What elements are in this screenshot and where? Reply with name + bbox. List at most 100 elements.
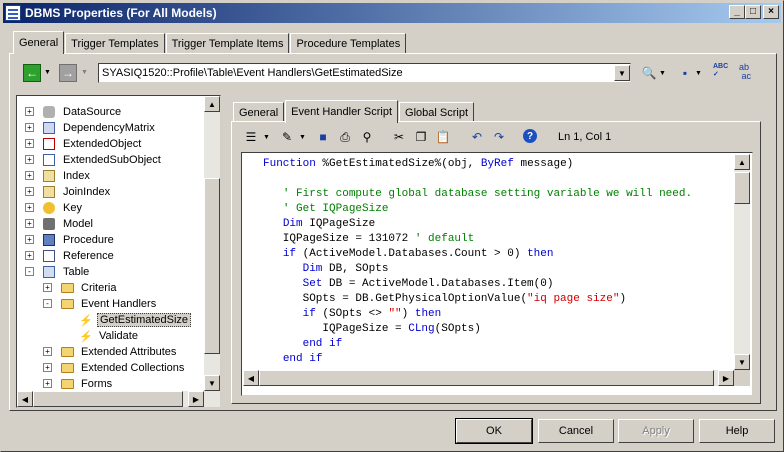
minimize-button[interactable]: _ xyxy=(729,5,745,19)
cancel-button[interactable]: Cancel xyxy=(538,419,614,443)
code-token: Dim xyxy=(282,218,303,230)
code-hscrollbar[interactable]: ◀ ▶ xyxy=(243,370,734,386)
apply-button[interactable]: Apply xyxy=(618,419,694,443)
maximize-button[interactable]: □ xyxy=(745,5,761,19)
list-icon[interactable]: ☰ xyxy=(243,129,259,145)
expand-icon[interactable]: + xyxy=(25,139,34,148)
tab-trigger-templates[interactable]: Trigger Templates xyxy=(65,33,165,54)
back-icon[interactable]: ← xyxy=(23,64,41,82)
tree-item-forms[interactable]: + Forms xyxy=(43,376,114,392)
tree-item-table[interactable]: - Table xyxy=(25,264,91,280)
tree-item-label: Event Handlers xyxy=(81,298,157,310)
code-token: ByRef xyxy=(480,158,514,170)
profile-tree[interactable]: + DataSource + DependencyMatrix + ExtendedObj… xyxy=(16,95,221,408)
help-button[interactable]: Help xyxy=(699,419,775,443)
tree-item-criteria[interactable]: + Criteria xyxy=(43,280,118,296)
expand-icon[interactable]: + xyxy=(25,235,34,244)
tree-item-validate[interactable]: ⚡ Validate xyxy=(79,328,140,344)
expand-icon[interactable]: + xyxy=(25,219,34,228)
print-icon[interactable]: ⎙ xyxy=(337,129,353,145)
tree-item-extended-attributes[interactable]: + Extended Attributes xyxy=(43,344,178,360)
forward-dropdown-icon[interactable]: ▼ xyxy=(81,69,88,76)
expand-icon[interactable]: + xyxy=(25,171,34,180)
code-token: end if xyxy=(282,353,323,365)
tree-item-extendedsubobject[interactable]: + ExtendedSubObject xyxy=(25,152,163,168)
save-icon[interactable]: ▪ xyxy=(677,65,693,81)
expand-icon[interactable]: + xyxy=(25,123,34,132)
tab-procedure-templates[interactable]: Procedure Templates xyxy=(290,33,407,54)
code-area[interactable]: Function %GetEstimatedSize%(obj, ByRef m… xyxy=(243,154,734,370)
edit-dropdown-icon[interactable]: ▼ xyxy=(299,134,306,141)
close-button[interactable]: × xyxy=(763,5,779,19)
copy-icon[interactable]: ❐ xyxy=(413,129,429,145)
tree-item-getestimatedsize[interactable]: ⚡ GetEstimatedSize xyxy=(79,312,192,328)
subtab-general[interactable]: General xyxy=(233,102,285,123)
tree-hscroll-thumb[interactable] xyxy=(33,391,183,407)
code-line: IQPageSize = 131072 ' default xyxy=(263,232,474,247)
path-dropdown-icon[interactable]: ▼ xyxy=(614,65,630,81)
path-combobox[interactable]: SYASIQ1520::Profile\Table\Event Handlers… xyxy=(98,63,631,83)
tree-scroll-left-icon[interactable]: ◀ xyxy=(17,391,33,407)
expand-icon[interactable]: + xyxy=(25,251,34,260)
tab-trigger-template-items[interactable]: Trigger Template Items xyxy=(165,33,290,54)
code-scroll-down-icon[interactable]: ▼ xyxy=(734,354,750,370)
expand-icon[interactable]: + xyxy=(25,107,34,116)
tree-item-extended-collections[interactable]: + Extended Collections xyxy=(43,360,186,376)
binoculars-icon[interactable]: ⚲ xyxy=(359,129,375,145)
tree-scrollbar[interactable]: ▲ ▼ xyxy=(204,96,220,407)
tree-item-index[interactable]: + Index xyxy=(25,168,92,184)
tree-item-reference[interactable]: + Reference xyxy=(25,248,116,264)
save-dropdown-icon[interactable]: ▼ xyxy=(695,70,702,77)
tree-scroll-down-icon[interactable]: ▼ xyxy=(204,375,220,391)
code-token: Function xyxy=(263,158,323,170)
redo-icon[interactable]: ↷ xyxy=(491,129,507,145)
expand-icon[interactable]: + xyxy=(25,155,34,164)
tree-item-datasource[interactable]: + DataSource xyxy=(25,104,123,120)
paste-icon[interactable]: 📋 xyxy=(435,129,451,145)
forward-icon[interactable]: → xyxy=(59,64,77,82)
title-bar[interactable]: DBMS Properties (For All Models) xyxy=(3,3,781,23)
ok-button[interactable]: OK xyxy=(455,418,533,444)
tree-scroll-up-icon[interactable]: ▲ xyxy=(204,96,220,112)
tree-scroll-right-icon[interactable]: ▶ xyxy=(188,391,204,407)
expand-icon[interactable]: + xyxy=(25,203,34,212)
tree-item-model[interactable]: + Model xyxy=(25,216,95,232)
tree-item-extendedobject[interactable]: + ExtendedObject xyxy=(25,136,143,152)
spellcheck-icon[interactable]: ABC ✓ xyxy=(713,63,728,79)
expand-icon[interactable]: + xyxy=(25,187,34,196)
code-scroll-up-icon[interactable]: ▲ xyxy=(734,154,750,170)
subtab-event-handler-script[interactable]: Event Handler Script xyxy=(285,100,399,123)
tree-item-key[interactable]: + Key xyxy=(25,200,84,216)
back-dropdown-icon[interactable]: ▼ xyxy=(44,69,51,76)
cut-icon[interactable]: ✂ xyxy=(391,129,407,145)
replace-icon[interactable]: ab ac xyxy=(739,63,751,81)
code-scroll-left-icon[interactable]: ◀ xyxy=(243,370,259,386)
code-scroll-right-icon[interactable]: ▶ xyxy=(718,370,734,386)
expand-icon[interactable]: + xyxy=(43,379,52,388)
undo-icon[interactable]: ↶ xyxy=(469,129,485,145)
edit-icon[interactable]: ✎ xyxy=(279,129,295,145)
expand-icon[interactable]: + xyxy=(43,363,52,372)
expand-icon[interactable]: + xyxy=(43,347,52,356)
help-icon[interactable]: ? xyxy=(523,129,537,143)
editor-save-icon[interactable]: ■ xyxy=(315,129,331,145)
collapse-icon[interactable]: - xyxy=(43,299,52,308)
code-hscroll-thumb[interactable] xyxy=(259,370,714,386)
code-vscroll-thumb[interactable] xyxy=(734,172,750,204)
tree-scroll-thumb[interactable] xyxy=(204,178,220,354)
tree-item-procedure[interactable]: + Procedure xyxy=(25,232,116,248)
code-vscrollbar[interactable]: ▲ ▼ xyxy=(734,154,750,370)
tree-item-label: Procedure xyxy=(63,234,114,246)
list-dropdown-icon[interactable]: ▼ xyxy=(263,134,270,141)
tree-item-dependencymatrix[interactable]: + DependencyMatrix xyxy=(25,120,157,136)
collapse-icon[interactable]: - xyxy=(25,267,34,276)
tree-hscrollbar[interactable]: ◀ ▶ xyxy=(17,391,204,407)
tab-general[interactable]: General xyxy=(13,31,65,54)
find-dropdown-icon[interactable]: ▼ xyxy=(659,70,666,77)
tree-item-event-handlers[interactable]: - Event Handlers xyxy=(43,296,158,312)
subtab-global-script[interactable]: Global Script xyxy=(399,102,475,123)
tree-item-joinindex[interactable]: + JoinIndex xyxy=(25,184,112,200)
find-icon[interactable]: 🔍 xyxy=(641,65,657,81)
expand-icon[interactable]: + xyxy=(43,283,52,292)
